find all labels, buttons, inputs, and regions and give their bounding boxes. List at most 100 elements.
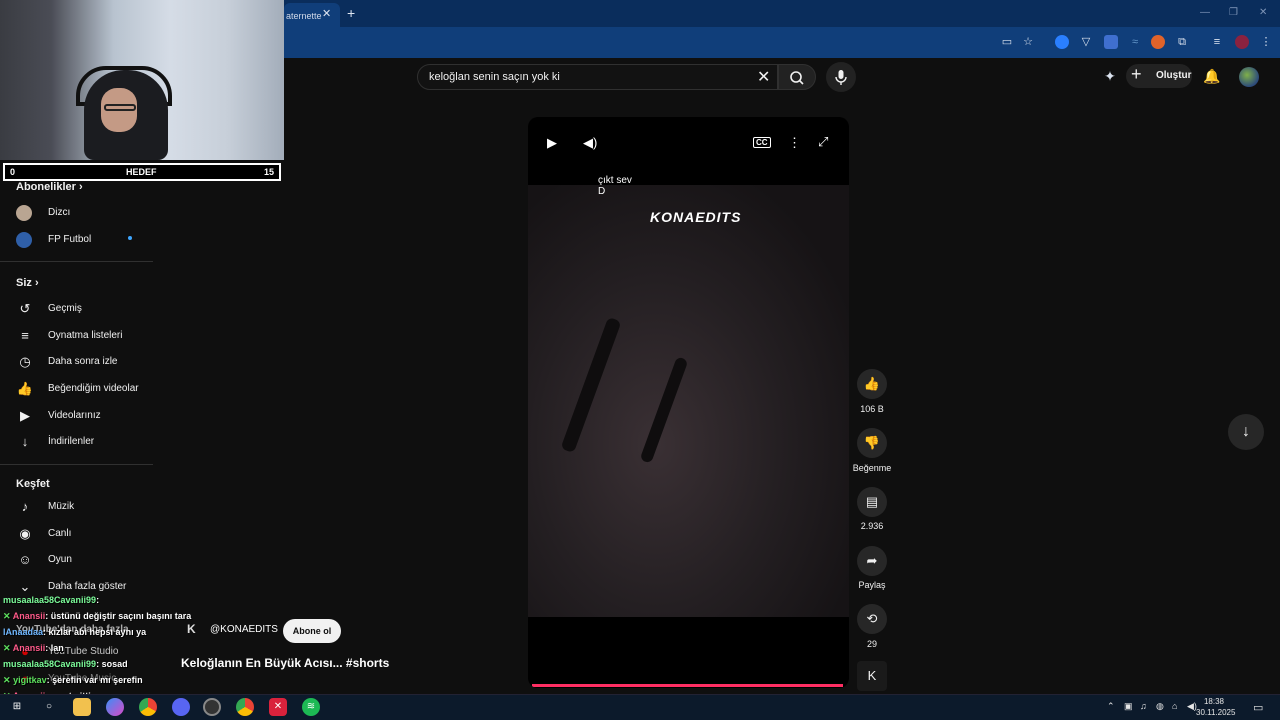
chrome-icon[interactable]: [236, 698, 254, 716]
divider: [0, 261, 153, 262]
channel-logo: K: [867, 668, 877, 683]
video-title[interactable]: Keloğlanın En Büyük Acısı... #shorts: [181, 656, 389, 670]
subscription-label: FP Futbol: [48, 234, 92, 245]
sidebar-item-history[interactable]: ↺ Geçmiş: [0, 297, 153, 321]
thumbs-down-icon: 👎: [863, 435, 881, 450]
sidebar-item-playlists[interactable]: ≡ Oynatma listeleri: [0, 324, 153, 348]
you-title: Siz: [16, 277, 32, 289]
captions-button[interactable]: CC: [753, 137, 771, 148]
start-icon[interactable]: ⊞: [8, 698, 26, 716]
extension-icon[interactable]: ▽: [1079, 35, 1093, 49]
comment-count: 2.936: [860, 521, 884, 531]
glasses: [104, 104, 136, 111]
sound-thumbnail[interactable]: K: [857, 661, 887, 691]
more-options-icon[interactable]: ⋮: [788, 135, 801, 151]
remix-button[interactable]: ⟲: [857, 604, 887, 634]
sidebar-item-gaming[interactable]: ☺ Oyun: [0, 548, 153, 572]
you-header[interactable]: Siz ›: [16, 277, 39, 289]
channel-avatar[interactable]: K: [187, 622, 196, 636]
search-input[interactable]: keloğlan senin saçın yok ki: [417, 64, 778, 90]
app-x-icon[interactable]: ✕: [269, 698, 287, 716]
discord-icon[interactable]: [172, 698, 190, 716]
close-window-button[interactable]: ✕: [1259, 7, 1267, 18]
subscriptions-title: Abonelikler: [16, 181, 76, 193]
thumbs-up-icon: 👍: [16, 381, 34, 396]
sidebar-subscription[interactable]: Dizcı: [0, 201, 153, 225]
media-control-icon[interactable]: ≡: [1210, 35, 1224, 49]
progress-bar[interactable]: [532, 684, 843, 687]
channel-name[interactable]: @KONAEDITS: [210, 624, 278, 635]
steam-icon[interactable]: ◍: [1156, 701, 1164, 712]
account-avatar[interactable]: [1239, 67, 1259, 87]
sidebar-item-liked-videos[interactable]: 👍 Beğendiğim videolar: [0, 377, 153, 401]
search-value: keloğlan senin saçın yok ki: [429, 71, 560, 83]
file-explorer-icon[interactable]: [73, 698, 91, 716]
new-content-dot: [128, 236, 132, 240]
next-video-button[interactable]: ↓: [1228, 414, 1264, 450]
tray-app-icon[interactable]: ▣: [1124, 701, 1133, 712]
subscribe-button[interactable]: Abone ol: [283, 619, 341, 643]
maximize-button[interactable]: ❐: [1229, 7, 1238, 18]
gaming-icon: ☺: [18, 552, 32, 567]
create-label: Oluştur: [1156, 70, 1192, 81]
search-button[interactable]: [778, 64, 816, 90]
mod-icon: ✕: [3, 675, 11, 685]
subscription-label: Dizcı: [48, 207, 71, 218]
tray-chevron-icon[interactable]: ⌃: [1107, 701, 1115, 712]
spotify-icon[interactable]: ≋: [302, 698, 320, 716]
dislike-button[interactable]: 👎: [857, 428, 887, 458]
headset-icon[interactable]: ♫: [1140, 701, 1147, 711]
chat-user: lAnaadaa: [3, 627, 44, 637]
music-icon: ♪: [21, 499, 29, 514]
play-icon[interactable]: ▶: [547, 135, 557, 151]
chat-user: musaalaa58Cavanii99: [3, 659, 97, 669]
chrome-icon[interactable]: [139, 698, 157, 716]
share-button[interactable]: ➦: [857, 546, 887, 576]
browser-tab[interactable]: aternette: [284, 3, 340, 27]
puzzle-icon[interactable]: ⧉: [1175, 35, 1189, 49]
sidebar-subscription[interactable]: FP Futbol: [0, 228, 153, 252]
extension-icon[interactable]: [1055, 35, 1069, 49]
bookmark-star-icon[interactable]: ☆: [1021, 35, 1035, 49]
extension-icon[interactable]: ≈: [1128, 35, 1142, 49]
new-tab-button[interactable]: +: [347, 5, 355, 21]
network-icon[interactable]: ⌂: [1172, 701, 1177, 711]
sidebar-item-watch-later[interactable]: ◷ Daha sonra izle: [0, 350, 153, 374]
subscriptions-header[interactable]: Abonelikler ›: [16, 181, 83, 193]
chat-text: : şerefin var mı şerefin: [46, 675, 143, 685]
clear-search-icon[interactable]: ✕: [757, 67, 770, 87]
cast-icon[interactable]: ▭: [1000, 35, 1014, 49]
chat-text: : lan: [45, 643, 64, 653]
profile-icon[interactable]: [1235, 35, 1249, 49]
create-sparkle-icon[interactable]: ✦: [1103, 69, 1117, 83]
sidebar-item-label: Müzik: [48, 501, 75, 512]
obs-icon[interactable]: [203, 698, 221, 716]
fullscreen-icon[interactable]: ⤢: [818, 134, 828, 150]
clock-icon: ◷: [19, 354, 31, 369]
minimize-button[interactable]: —: [1200, 7, 1210, 18]
shorts-player[interactable]: [528, 117, 849, 688]
notifications-bell-icon[interactable]: 🔔: [1203, 69, 1220, 83]
search-icon[interactable]: ○: [40, 698, 58, 716]
like-button[interactable]: 👍: [857, 369, 887, 399]
sidebar-item-label: Canlı: [48, 528, 72, 539]
volume-icon[interactable]: ◀): [583, 135, 597, 151]
remix-count: 29: [866, 639, 877, 649]
mod-icon: ✕: [3, 643, 11, 653]
sidebar-item-live[interactable]: ◉ Canlı: [0, 522, 153, 546]
tab-close-icon[interactable]: ✕: [322, 7, 331, 20]
system-clock[interactable]: 18:38 30.11.2025: [1196, 696, 1235, 718]
notifications-icon[interactable]: ▭: [1253, 701, 1263, 714]
chat-text: : kızlar abi hepsi aynı ya: [43, 627, 147, 637]
dislike-label: Beğenme: [852, 463, 892, 473]
comments-button[interactable]: ▤: [857, 487, 887, 517]
extension-icon[interactable]: [1104, 35, 1118, 49]
extension-icon[interactable]: [1151, 35, 1165, 49]
sidebar-item-downloads[interactable]: ↓ İndirilenler: [0, 430, 153, 454]
copilot-icon[interactable]: [106, 698, 124, 716]
sidebar-item-music[interactable]: ♪ Müzik: [0, 495, 153, 519]
comment-icon: ▤: [865, 494, 879, 509]
menu-icon[interactable]: ⋮: [1259, 35, 1273, 49]
voice-search-button[interactable]: [826, 62, 856, 92]
sidebar-item-your-videos[interactable]: ▶ Videolarınız: [0, 404, 153, 428]
